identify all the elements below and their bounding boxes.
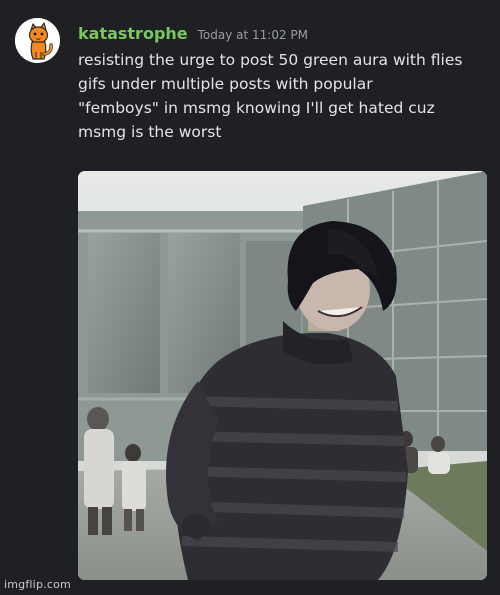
orange-cat-icon (15, 18, 60, 63)
message-text-line: msmg is the worst (78, 123, 222, 141)
message-text-line: "femboys" in msmg knowing I'll get hated… (78, 99, 435, 117)
message-text-line: resisting the urge to post 50 green aura… (78, 51, 463, 69)
username[interactable]: katastrophe (78, 24, 188, 43)
imgflip-watermark: imgflip.com (4, 578, 71, 591)
discord-message-screenshot: katastrophe Today at 11:02 PM resisting … (0, 0, 500, 595)
user-avatar[interactable] (15, 18, 60, 63)
gif-image (78, 171, 487, 580)
message-timestamp[interactable]: Today at 11:02 PM (198, 28, 308, 42)
message-header: katastrophe Today at 11:02 PM (78, 24, 308, 48)
message-text-line: gifs under multiple posts with popular (78, 75, 373, 93)
message-content: resisting the urge to post 50 green aura… (78, 48, 488, 144)
gif-attachment[interactable] (78, 171, 487, 580)
